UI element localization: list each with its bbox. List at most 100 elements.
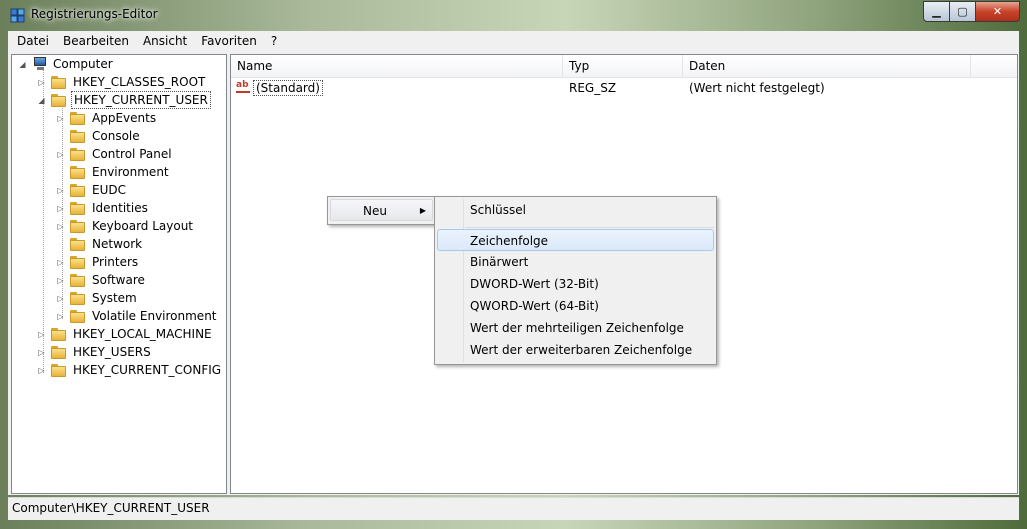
folder-icon <box>51 75 67 89</box>
tree-item-label: AppEvents <box>92 111 157 125</box>
window-title: Registrierungs-Editor <box>31 7 158 21</box>
tree-item-label: EUDC <box>92 183 126 197</box>
column-header-type[interactable]: Typ <box>563 55 683 77</box>
tree-item-hkcc[interactable]: ▷ HKEY_CURRENT_CONFIG <box>37 361 223 379</box>
submenu-item-qword[interactable]: QWORD-Wert (64-Bit) <box>437 295 714 317</box>
menu-help[interactable]: ? <box>264 32 284 50</box>
menu-datei[interactable]: Datei <box>8 32 56 50</box>
folder-icon <box>70 147 86 161</box>
maximize-icon: ▢ <box>957 5 968 18</box>
regedit-icon <box>10 8 25 23</box>
menu-ansicht[interactable]: Ansicht <box>136 32 194 50</box>
collapsed-arrow-icon[interactable]: ▷ <box>56 204 65 213</box>
minimize-button[interactable]: ▁ <box>923 1 950 22</box>
expanded-arrow-icon[interactable]: ◢ <box>18 60 27 69</box>
tree-item-label: Control Panel <box>92 147 172 161</box>
context-submenu-neu: Schlüssel Zeichenfolge Binärwert DWORD-W… <box>434 196 717 365</box>
column-header-name[interactable]: Name <box>231 55 563 77</box>
collapsed-arrow-icon[interactable]: ▷ <box>37 330 46 339</box>
registry-editor-window: Registrierungs-Editor ▁ ▢ ✕ Datei Bearbe… <box>0 0 1027 529</box>
title-bar[interactable]: Registrierungs-Editor ▁ ▢ ✕ <box>0 0 1027 30</box>
tree-item-keyboard-layout[interactable]: ▷ Keyboard Layout <box>56 217 195 235</box>
submenu-item-multi-string[interactable]: Wert der mehrteiligen Zeichenfolge <box>437 317 714 339</box>
folder-icon <box>70 291 86 305</box>
context-menu-item-neu[interactable]: Neu ▶ <box>330 199 433 221</box>
submenu-arrow-icon: ▶ <box>419 206 426 215</box>
context-menu-item-label: Neu <box>363 204 387 218</box>
tree-item-software[interactable]: ▷ Software <box>56 271 147 289</box>
tree-item-label: Identities <box>92 201 148 215</box>
collapsed-arrow-icon[interactable]: ▷ <box>56 258 65 267</box>
folder-icon <box>70 111 86 125</box>
status-path: Computer\HKEY_CURRENT_USER <box>12 501 210 515</box>
tree-item-label: HKEY_USERS <box>73 345 151 359</box>
tree-item-label: Computer <box>53 57 113 71</box>
menu-favoriten[interactable]: Favoriten <box>194 32 264 50</box>
expanded-arrow-icon[interactable]: ◢ <box>37 96 46 105</box>
collapsed-arrow-icon[interactable]: ▷ <box>37 78 46 87</box>
submenu-item-zeichenfolge[interactable]: Zeichenfolge <box>437 229 714 251</box>
tree-item-label: Network <box>92 237 143 251</box>
submenu-item-schluessel[interactable]: Schlüssel <box>437 199 714 221</box>
tree-item-environment[interactable]: Environment <box>56 163 171 181</box>
key-tree[interactable]: ◢ Computer ▷ HKEY_CLASSES_ROOT ◢ HKEY_CU… <box>11 54 227 494</box>
collapsed-arrow-icon[interactable]: ▷ <box>56 294 65 303</box>
collapsed-arrow-icon[interactable]: ▷ <box>56 186 65 195</box>
folder-icon <box>51 93 67 107</box>
tree-item-console[interactable]: Console <box>56 127 142 145</box>
tree-item-label: Printers <box>92 255 139 269</box>
menu-bearbeiten[interactable]: Bearbeiten <box>56 32 136 50</box>
caption-buttons: ▁ ▢ ✕ <box>923 1 1020 22</box>
collapsed-arrow-icon[interactable]: ▷ <box>37 366 46 375</box>
tree-item-identities[interactable]: ▷ Identities <box>56 199 150 217</box>
collapsed-arrow-icon[interactable]: ▷ <box>56 150 65 159</box>
submenu-item-expandable-string[interactable]: Wert der erweiterbaren Zeichenfolge <box>437 339 714 361</box>
computer-icon <box>31 57 47 71</box>
tree-item-volatile-environment[interactable]: ▷ Volatile Environment <box>56 307 219 325</box>
value-name-text: (Standard) <box>253 80 323 96</box>
tree-item-appevents[interactable]: ▷ AppEvents <box>56 109 158 127</box>
tree-item-computer[interactable]: ◢ Computer <box>18 55 115 73</box>
context-menu: Neu ▶ <box>327 196 438 225</box>
collapsed-arrow-icon[interactable]: ▷ <box>56 276 65 285</box>
tree-item-hklm[interactable]: ▷ HKEY_LOCAL_MACHINE <box>37 325 214 343</box>
maximize-button[interactable]: ▢ <box>950 1 976 22</box>
column-header-data[interactable]: Daten <box>683 55 971 77</box>
folder-icon <box>70 219 86 233</box>
value-data: (Wert nicht festgelegt) <box>689 81 825 95</box>
collapsed-arrow-icon[interactable]: ▷ <box>56 222 65 231</box>
tree-item-label: HKEY_LOCAL_MACHINE <box>73 327 212 341</box>
status-bar: Computer\HKEY_CURRENT_USER <box>8 497 1019 520</box>
tree-item-label: System <box>92 291 137 305</box>
folder-icon <box>70 255 86 269</box>
tree-item-label: Environment <box>92 165 169 179</box>
table-row[interactable]: ab (Standard) REG_SZ (Wert nicht festgel… <box>231 79 1017 97</box>
tree-item-system[interactable]: ▷ System <box>56 289 139 307</box>
collapsed-arrow-icon[interactable]: ▷ <box>56 312 65 321</box>
tree-item-printers[interactable]: ▷ Printers <box>56 253 140 271</box>
menu-separator <box>465 227 714 228</box>
folder-icon <box>70 309 86 323</box>
folder-icon <box>70 129 86 143</box>
tree-item-label: HKEY_CURRENT_USER <box>71 91 211 109</box>
tree-item-label: Software <box>92 273 145 287</box>
folder-icon <box>51 345 67 359</box>
collapsed-arrow-icon[interactable]: ▷ <box>56 114 65 123</box>
string-value-icon: ab <box>236 81 250 95</box>
submenu-item-binaerwert[interactable]: Binärwert <box>437 251 714 273</box>
tree-item-eudc[interactable]: ▷ EUDC <box>56 181 128 199</box>
tree-item-hkcr[interactable]: ▷ HKEY_CLASSES_ROOT <box>37 73 207 91</box>
folder-icon <box>70 201 86 215</box>
tree-item-network[interactable]: Network <box>56 235 144 253</box>
collapsed-arrow-icon[interactable]: ▷ <box>37 348 46 357</box>
tree-item-hkcu[interactable]: ◢ HKEY_CURRENT_USER <box>37 91 211 109</box>
tree-item-label: Volatile Environment <box>92 309 217 323</box>
submenu-item-dword[interactable]: DWORD-Wert (32-Bit) <box>437 273 714 295</box>
tree-item-control-panel[interactable]: ▷ Control Panel <box>56 145 174 163</box>
menu-bar: Datei Bearbeiten Ansicht Favoriten ? <box>8 31 1019 52</box>
tree-item-label: Keyboard Layout <box>92 219 194 233</box>
tree-item-hku[interactable]: ▷ HKEY_USERS <box>37 343 153 361</box>
folder-icon <box>70 165 86 179</box>
tree-item-label: HKEY_CURRENT_CONFIG <box>73 363 222 377</box>
close-button[interactable]: ✕ <box>976 1 1020 22</box>
